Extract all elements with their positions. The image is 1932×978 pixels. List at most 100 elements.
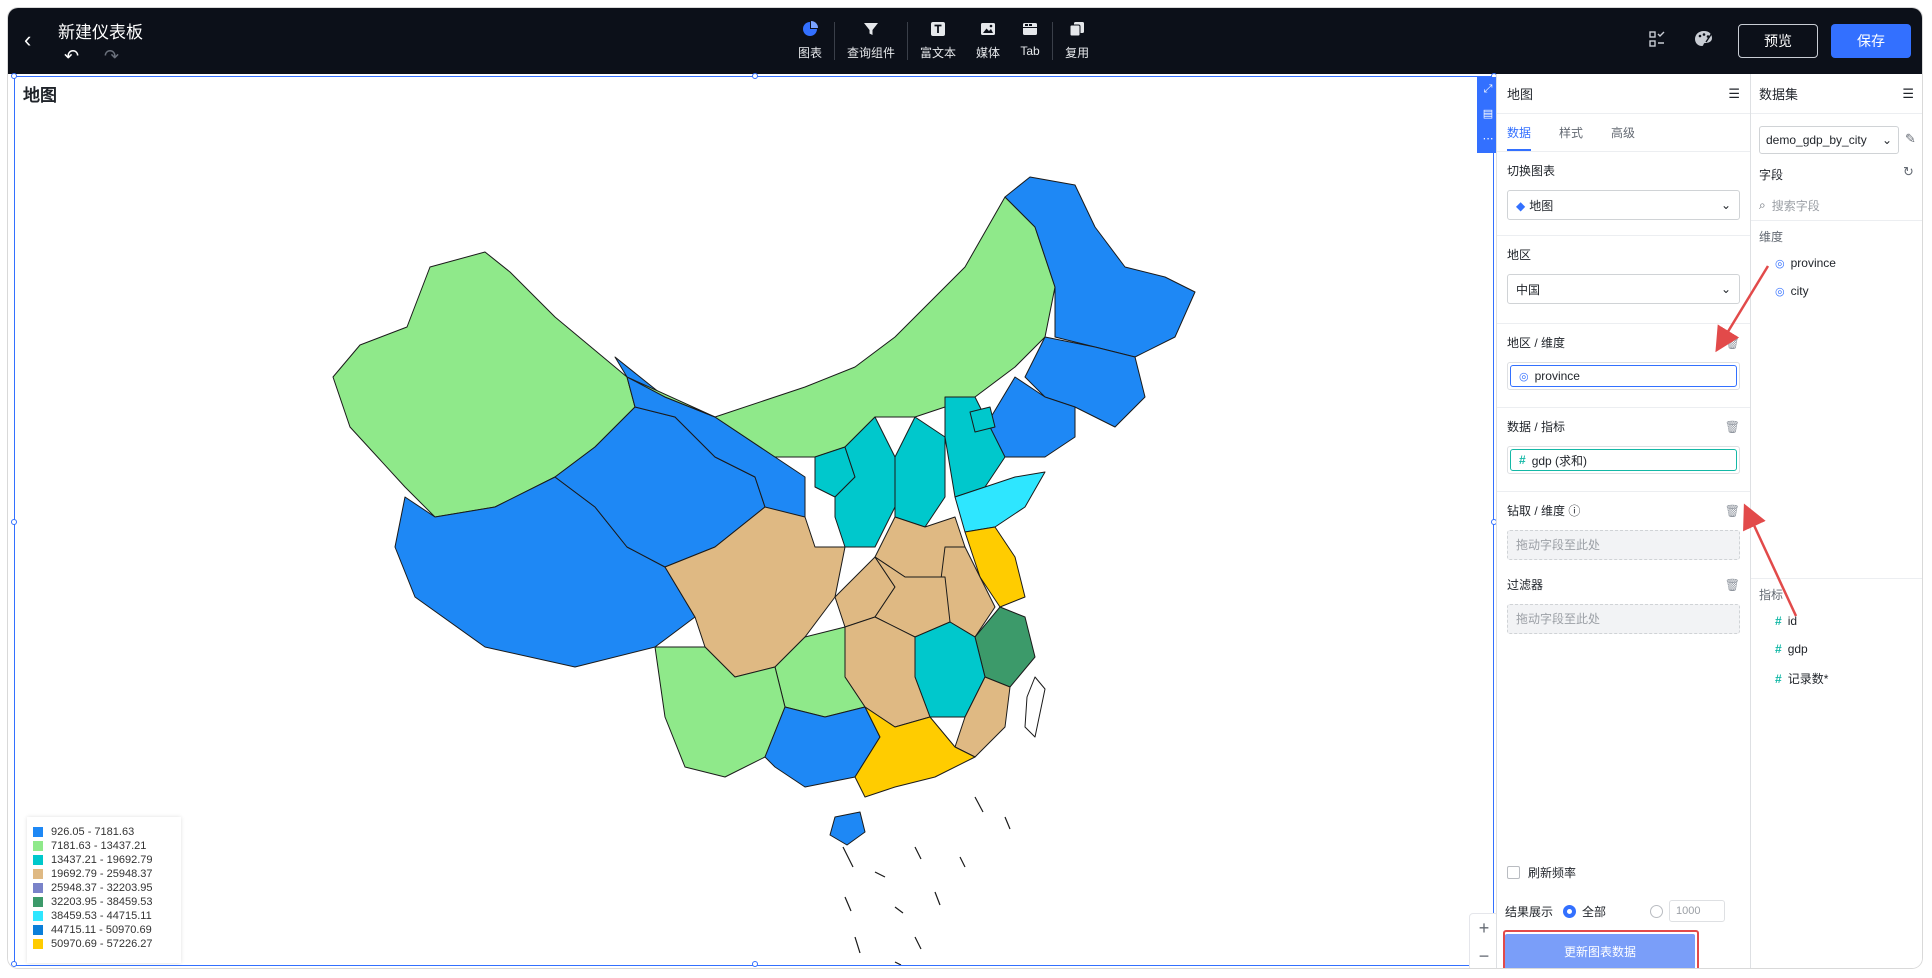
tool-chart[interactable]: 图表 — [788, 18, 832, 61]
hash-icon: # — [1775, 671, 1782, 686]
filter-label: 过滤器 — [1507, 578, 1544, 592]
legend-swatch — [33, 855, 43, 865]
metric-name: id — [1787, 614, 1798, 628]
collapse-icon[interactable]: ☰ — [1902, 86, 1914, 102]
region-label: 地区 — [1507, 248, 1532, 262]
map-chart-widget[interactable]: 地图 ⤢ ▤ ⋯ 926.05 - 7181.63 7181.63 - 1343… — [11, 73, 1499, 968]
region-beijing — [969, 406, 996, 433]
refresh-icon[interactable]: ↻ — [1903, 164, 1914, 180]
tool-label: 查询组件 — [847, 46, 896, 60]
location-icon: ◎ — [1775, 285, 1785, 298]
legend-label: 25948.37 - 32203.95 — [51, 882, 153, 894]
metric-label: 数据 / 指标 — [1507, 420, 1566, 434]
chevron-down-icon: ⌄ — [1720, 198, 1731, 212]
map-type-icon: ◆ — [1516, 198, 1526, 213]
radio-all[interactable] — [1563, 904, 1577, 918]
tab-advanced[interactable]: 高级 — [1611, 114, 1635, 151]
back-icon[interactable]: ‹ — [24, 29, 44, 51]
tool-tab[interactable]: Tab — [1010, 18, 1050, 58]
dataset-select[interactable]: demo_gdp_by_city ⌄ — [1759, 126, 1899, 154]
tab-style[interactable]: 样式 — [1559, 114, 1583, 151]
legend-swatch — [33, 939, 43, 949]
legend-item[interactable]: 7181.63 - 13437.21 — [33, 839, 175, 853]
legend-item[interactable]: 38459.53 - 44715.11 — [33, 909, 175, 923]
region-dimension-field[interactable]: ◎ province — [1507, 362, 1740, 390]
region-shanxi — [894, 416, 946, 528]
legend-item[interactable]: 13437.21 - 19692.79 — [33, 853, 175, 867]
metric-section: 数据 / 指标 🗑 # gdp (求和) — [1497, 408, 1750, 492]
panel-title: 地图 — [1507, 87, 1534, 102]
legend-item[interactable]: 50970.69 - 57226.27 — [33, 937, 175, 951]
hash-icon: # — [1775, 614, 1782, 628]
legend-item[interactable]: 19692.79 - 25948.37 — [33, 867, 175, 881]
zoom-in-icon[interactable]: + — [1470, 914, 1498, 942]
china-map[interactable] — [15, 77, 1475, 965]
tool-richtext[interactable]: 富文本 — [910, 18, 966, 61]
hash-icon: # — [1775, 642, 1782, 656]
legend-label: 50970.69 - 57226.27 — [51, 938, 153, 950]
drill-drop-zone[interactable]: 拖动字段至此处 — [1507, 530, 1740, 560]
trash-icon[interactable]: 🗑 — [1725, 502, 1740, 520]
limit-input[interactable]: 1000 — [1669, 900, 1726, 922]
radio-limit[interactable] — [1650, 904, 1664, 918]
location-icon: ◎ — [1519, 370, 1529, 383]
metric-field[interactable]: # gdp (求和) — [1507, 446, 1740, 474]
drill-label: 钻取 / 维度 — [1507, 504, 1566, 518]
legend-label: 19692.79 - 25948.37 — [51, 868, 153, 880]
region-select[interactable]: 中国 ⌄ — [1507, 274, 1740, 304]
collapse-icon[interactable]: ☰ — [1728, 86, 1740, 102]
tool-query[interactable]: 查询组件 — [837, 18, 905, 61]
legend-item[interactable]: 32203.95 - 38459.53 — [33, 895, 175, 909]
location-icon: ◎ — [1775, 257, 1785, 270]
metric-item[interactable]: # gdp — [1775, 642, 1808, 656]
legend-label: 44715.11 - 50970.69 — [51, 924, 152, 936]
info-icon[interactable]: ⓘ — [1568, 504, 1580, 518]
toolbar-divider — [907, 22, 909, 60]
tool-media[interactable]: 媒体 — [966, 18, 1010, 61]
update-chart-data-button[interactable]: 更新图表数据 — [1505, 934, 1695, 968]
tab-data[interactable]: 数据 — [1507, 114, 1532, 151]
metric-name: gdp — [1787, 642, 1808, 656]
more-icon[interactable]: ⋯ — [1483, 127, 1494, 152]
field-name: province — [1534, 369, 1580, 383]
trash-icon[interactable]: 🗑 — [1725, 334, 1740, 352]
legend-swatch — [33, 883, 43, 893]
trash-icon[interactable]: 🗑 — [1725, 576, 1740, 594]
save-button[interactable]: 保存 — [1831, 24, 1911, 58]
chart-type-select[interactable]: ◆ 地图 ⌄ — [1507, 190, 1740, 220]
dataset-title: 数据集 — [1759, 87, 1799, 102]
drill-section: 钻取 / 维度 ⓘ 🗑 拖动字段至此处 — [1497, 492, 1750, 566]
trash-icon[interactable]: 🗑 — [1725, 418, 1740, 436]
undo-icon[interactable]: ↶ — [64, 46, 79, 67]
refresh-checkbox[interactable] — [1507, 866, 1520, 879]
metric-item[interactable]: # id — [1775, 614, 1797, 628]
region-taiwan — [1024, 676, 1046, 738]
field-search[interactable]: ⌕ 搜索字段 — [1759, 194, 1915, 216]
refresh-frequency-row[interactable]: 刷新频率 — [1507, 864, 1576, 881]
preview-button[interactable]: 预览 — [1738, 24, 1818, 58]
filter-drop-zone[interactable]: 拖动字段至此处 — [1507, 604, 1740, 634]
legend-item[interactable]: 25948.37 - 32203.95 — [33, 881, 175, 895]
dimension-item[interactable]: ◎ province — [1775, 256, 1836, 270]
expand-icon[interactable]: ⤢ — [1484, 77, 1493, 102]
tool-label: 富文本 — [920, 46, 957, 60]
checklist-icon[interactable] — [1648, 30, 1668, 50]
metric-item[interactable]: # 记录数* — [1775, 670, 1828, 687]
redo-icon[interactable]: ↷ — [104, 46, 119, 67]
dimension-item[interactable]: ◎ city — [1775, 284, 1809, 298]
legend-swatch — [33, 911, 43, 921]
toolbar: 图表 查询组件 富文本 媒体 Tab 复用 — [788, 18, 1099, 68]
chevron-down-icon: ⌄ — [1720, 282, 1731, 296]
edit-icon[interactable]: ✎ — [1905, 131, 1916, 147]
image-icon — [978, 18, 998, 40]
legend-swatch — [33, 925, 43, 935]
tool-reuse[interactable]: 复用 — [1055, 18, 1099, 61]
legend-item[interactable]: 44715.11 - 50970.69 — [33, 923, 175, 937]
palette-icon[interactable] — [1694, 30, 1714, 50]
legend-item[interactable]: 926.05 - 7181.63 — [33, 825, 175, 839]
dimension-name: province — [1790, 256, 1836, 270]
dashboard-title[interactable]: 新建仪表板 — [58, 18, 143, 43]
filter-icon — [861, 18, 881, 40]
zoom-out-icon[interactable]: − — [1470, 942, 1498, 968]
detail-icon[interactable]: ▤ — [1483, 102, 1493, 127]
